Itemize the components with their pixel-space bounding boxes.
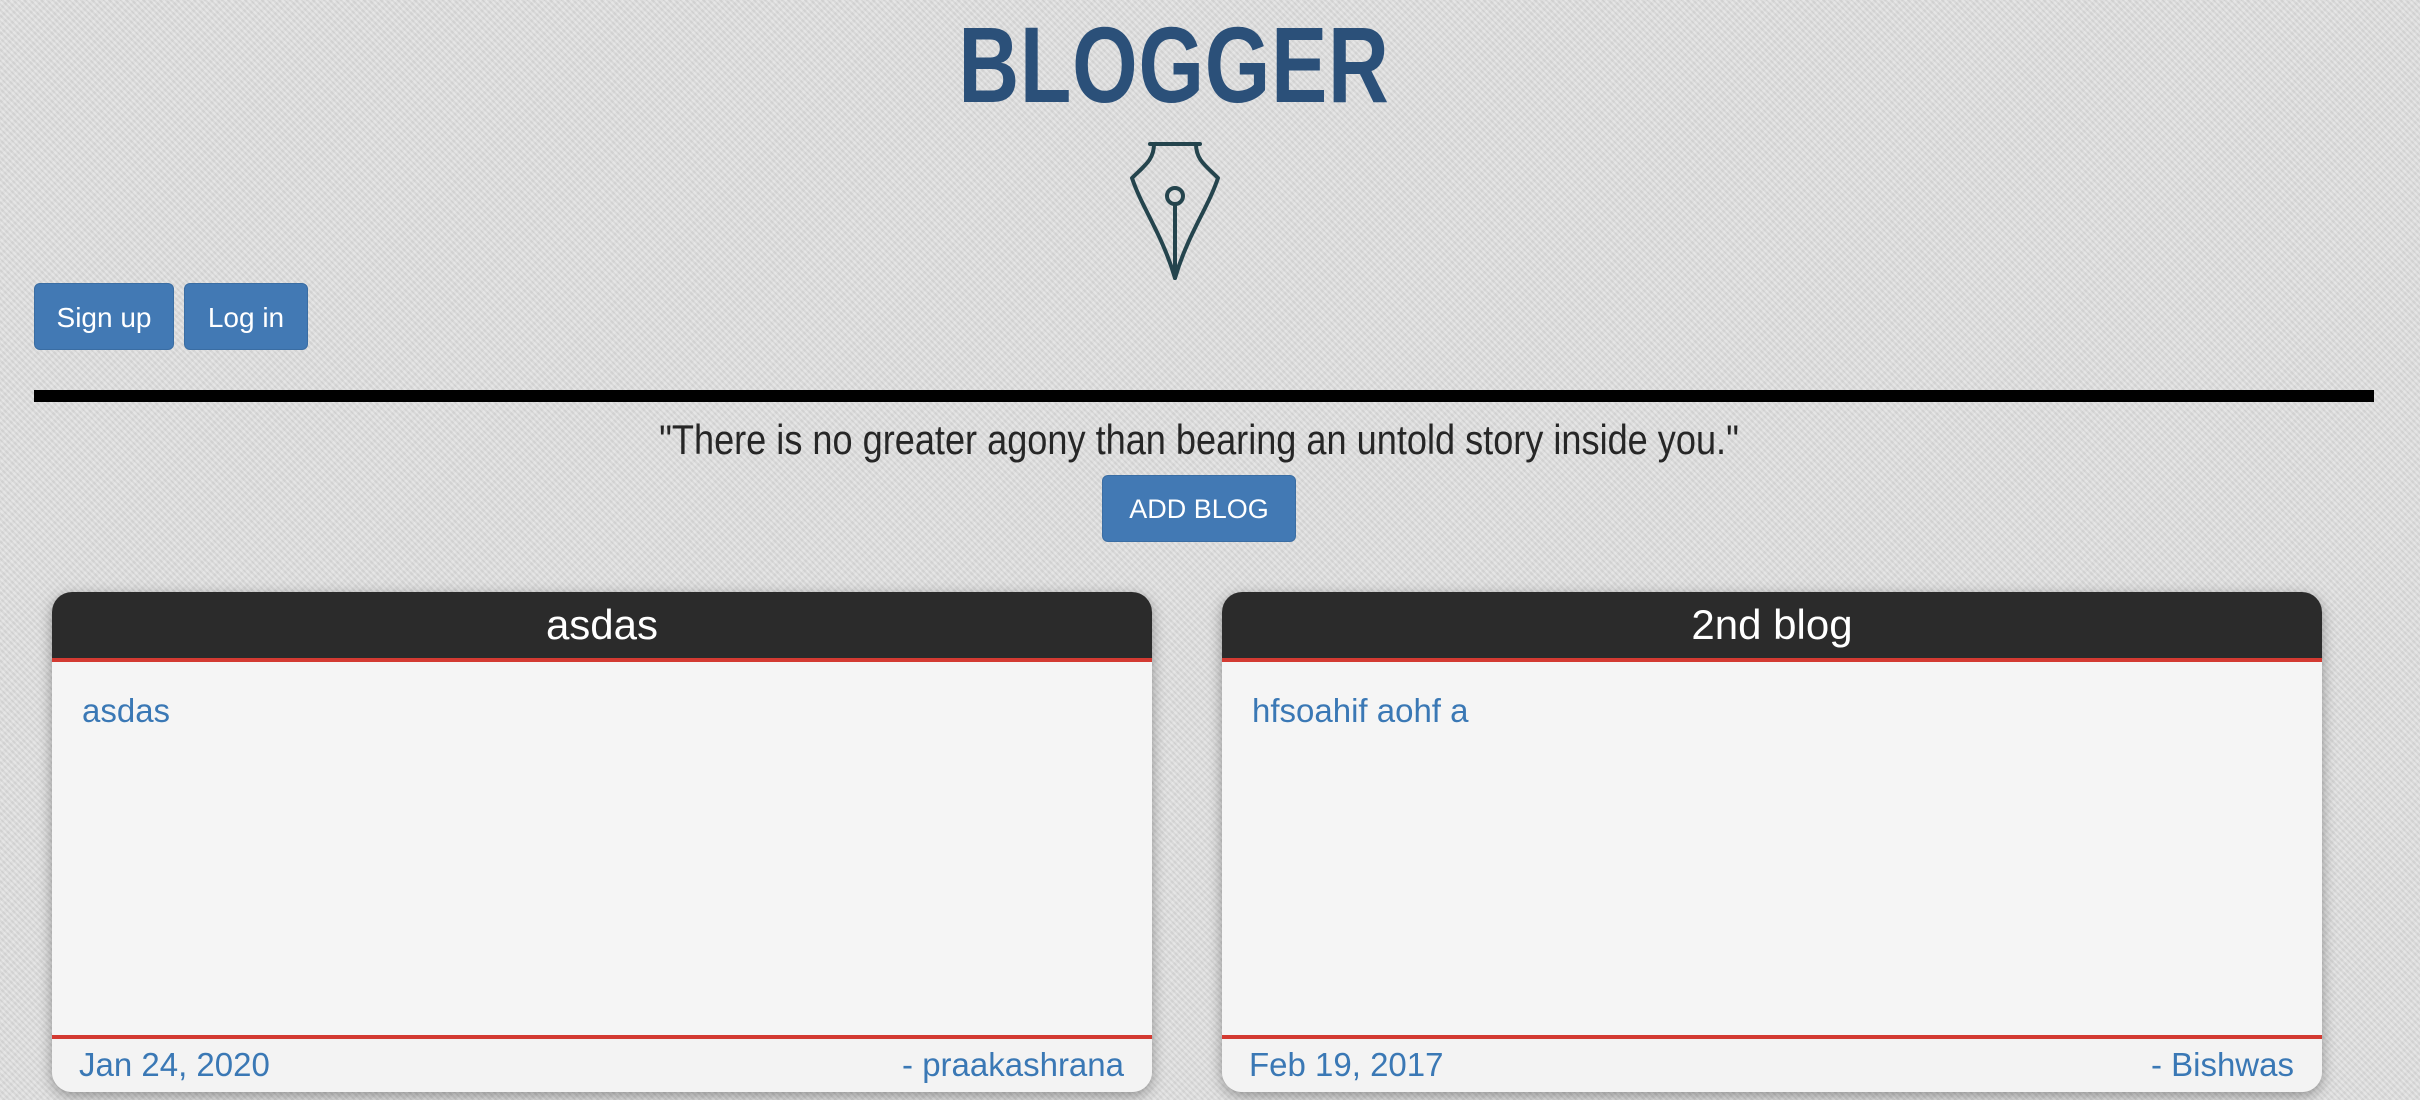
blog-card-author: - Bishwas (2150, 1046, 2294, 1083)
header-divider (34, 390, 2374, 402)
site-title: BLOGGER (958, 4, 1390, 125)
blog-card-footer: Jan 24, 2020 - praakashrana (52, 1035, 1152, 1092)
blog-card[interactable]: asdas asdas Jan 24, 2020 - praakashrana (52, 592, 1152, 1092)
blog-card-date: Feb 19, 2017 (1249, 1046, 1444, 1083)
blog-card-title: 2nd blog (1222, 592, 2322, 662)
blog-card[interactable]: 2nd blog hfsoahif aohf a Feb 19, 2017 - … (1222, 592, 2322, 1092)
sign-up-button[interactable]: Sign up (34, 283, 174, 350)
blog-card-title: asdas (52, 592, 1152, 662)
quote-text: "There is no greater agony than bearing … (659, 416, 1739, 463)
blog-card-content: hfsoahif aohf a (1252, 692, 1469, 729)
add-blog-button[interactable]: ADD BLOG (1102, 475, 1296, 542)
log-in-button[interactable]: Log in (184, 283, 308, 350)
fountain-pen-nib-icon (1130, 142, 1220, 280)
blog-card-author: - praakashrana (902, 1046, 1124, 1083)
blog-card-footer: Feb 19, 2017 - Bishwas (1222, 1035, 2322, 1092)
blog-card-date: Jan 24, 2020 (79, 1046, 270, 1083)
blog-card-content: asdas (82, 692, 171, 729)
